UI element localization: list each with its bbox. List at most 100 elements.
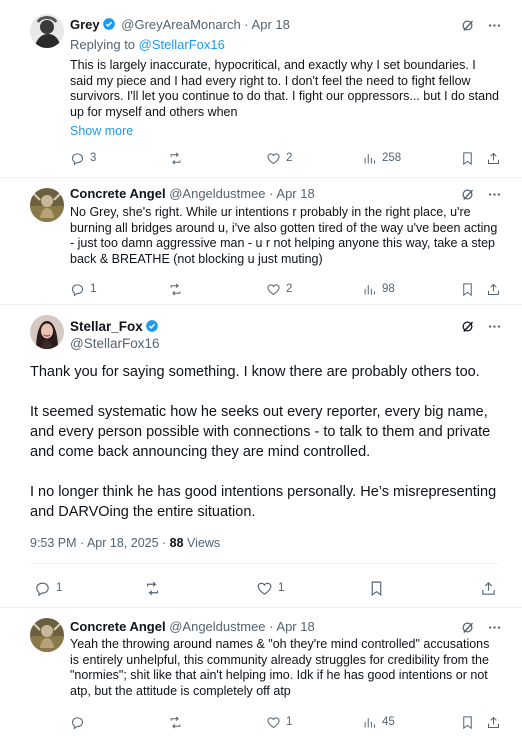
reply-tweet: Concrete Angel @Angeldustmee · Apr 18 Ye… — [0, 608, 522, 736]
share-icon — [480, 580, 497, 597]
tweet-paragraph: Thank you for saying something. I know t… — [30, 364, 480, 380]
share-button[interactable] — [486, 147, 501, 169]
tweet-top-icons — [460, 319, 502, 334]
bookmark-button[interactable] — [460, 278, 475, 300]
repost-icon — [168, 715, 183, 730]
grok-icon[interactable] — [460, 18, 475, 33]
like-button[interactable]: 1 — [266, 711, 292, 733]
heart-icon — [266, 282, 281, 297]
bookmark-button[interactable] — [368, 577, 385, 599]
views-icon — [362, 151, 377, 166]
repost-icon — [144, 580, 161, 597]
bookmark-icon — [460, 282, 475, 297]
views-button[interactable]: 45 — [362, 711, 395, 733]
tweet-header: Concrete Angel @Angeldustmee · Apr 18 — [70, 619, 315, 634]
grok-icon[interactable] — [460, 187, 475, 202]
replying-to: Replying to @StellarFox16 — [70, 37, 225, 52]
author-name[interactable]: Concrete Angel — [70, 619, 166, 634]
reply-icon — [70, 282, 85, 297]
grok-icon[interactable] — [460, 620, 475, 635]
reply-button[interactable] — [70, 711, 90, 733]
bookmark-button[interactable] — [460, 711, 475, 733]
more-icon[interactable] — [487, 620, 502, 635]
views-icon — [362, 282, 377, 297]
author-handle[interactable]: @GreyAreaMonarch — [121, 17, 240, 32]
tweet-top-icons — [460, 18, 502, 33]
tweet-meta: 9:53 PM · Apr 18, 2025 · 88 Views — [30, 536, 221, 550]
verified-badge-icon — [102, 18, 115, 30]
share-button[interactable] — [486, 278, 501, 300]
reply-tweet: Grey @GreyAreaMonarch · Apr 18 Replying … — [0, 0, 522, 180]
bookmark-button[interactable] — [460, 147, 475, 169]
tweet-header: Stellar_Fox — [70, 318, 161, 335]
heart-icon — [266, 151, 281, 166]
share-button[interactable] — [480, 577, 497, 599]
tweet-header: Grey @GreyAreaMonarch · Apr 18 — [70, 17, 290, 32]
like-button[interactable]: 2 — [266, 147, 292, 169]
author-name[interactable]: Stellar_Fox — [70, 319, 143, 334]
repost-button[interactable] — [168, 278, 188, 300]
bookmark-icon — [460, 715, 475, 730]
more-icon[interactable] — [487, 187, 502, 202]
tweet-timestamp[interactable]: 9:53 PM · Apr 18, 2025 · — [30, 536, 170, 550]
tweet-date[interactable]: Apr 18 — [252, 17, 290, 32]
repost-button[interactable] — [168, 147, 188, 169]
tweet-date[interactable]: Apr 18 — [276, 619, 314, 634]
replying-to-link[interactable]: @StellarFox16 — [139, 37, 225, 52]
author-handle[interactable]: @Angeldustmee — [169, 619, 265, 634]
author-name[interactable]: Concrete Angel — [70, 186, 166, 201]
repost-icon — [168, 282, 183, 297]
show-more-link[interactable]: Show more — [70, 124, 500, 140]
avatar[interactable] — [30, 14, 64, 48]
tweet-paragraph: I no longer think he has good intentions… — [30, 484, 497, 520]
grok-icon[interactable] — [460, 319, 475, 334]
share-icon — [486, 715, 501, 730]
author-handle[interactable]: @StellarFox16 — [70, 335, 160, 352]
author-handle[interactable]: @Angeldustmee — [169, 186, 265, 201]
repost-icon — [168, 151, 183, 166]
share-button[interactable] — [486, 711, 501, 733]
tweet-text: This is largely inaccurate, hypocritical… — [70, 58, 500, 119]
avatar[interactable] — [30, 315, 64, 349]
more-icon[interactable] — [487, 319, 502, 334]
reply-button[interactable]: 1 — [34, 577, 62, 599]
tweet-actions: 1 45 — [70, 711, 502, 733]
reply-button[interactable]: 3 — [70, 147, 96, 169]
views-count: 88 — [169, 536, 184, 550]
tweet-paragraph: It seemed systematic how he seeks out ev… — [30, 404, 491, 460]
reply-icon — [70, 151, 85, 166]
reply-tweet: Concrete Angel @Angeldustmee · Apr 18 No… — [0, 178, 522, 303]
reply-button[interactable]: 1 — [70, 278, 96, 300]
bookmark-icon — [368, 580, 385, 597]
heart-icon — [266, 715, 281, 730]
reply-icon — [34, 580, 51, 597]
share-icon — [486, 151, 501, 166]
reply-icon — [70, 715, 85, 730]
heart-icon — [256, 580, 273, 597]
divider — [30, 563, 500, 564]
tweet-text: Thank you for saying something. I know t… — [30, 362, 504, 542]
verified-badge-icon — [145, 320, 158, 332]
tweet-header: Concrete Angel @Angeldustmee · Apr 18 — [70, 186, 315, 201]
like-button[interactable]: 2 — [266, 278, 292, 300]
repost-button[interactable] — [168, 711, 188, 733]
tweet-actions: 1 2 98 — [70, 278, 502, 300]
author-name[interactable]: Grey — [70, 17, 100, 32]
avatar[interactable] — [30, 188, 64, 222]
tweet-text: No Grey, she's right. While ur intention… — [70, 205, 498, 266]
share-icon — [486, 282, 501, 297]
bookmark-icon — [460, 151, 475, 166]
views-icon — [362, 715, 377, 730]
views-button[interactable]: 258 — [362, 147, 401, 169]
tweet-actions: 1 1 — [30, 577, 500, 601]
tweet-date[interactable]: Apr 18 — [276, 186, 314, 201]
tweet-text: Yeah the throwing around names & "oh the… — [70, 637, 490, 698]
more-icon[interactable] — [487, 18, 502, 33]
like-button[interactable]: 1 — [256, 577, 284, 599]
tweet-actions: 3 2 258 — [70, 147, 502, 169]
views-button[interactable]: 98 — [362, 278, 395, 300]
tweet-top-icons — [460, 620, 502, 635]
avatar[interactable] — [30, 618, 64, 652]
repost-button[interactable] — [144, 577, 166, 599]
tweet-top-icons — [460, 187, 502, 202]
